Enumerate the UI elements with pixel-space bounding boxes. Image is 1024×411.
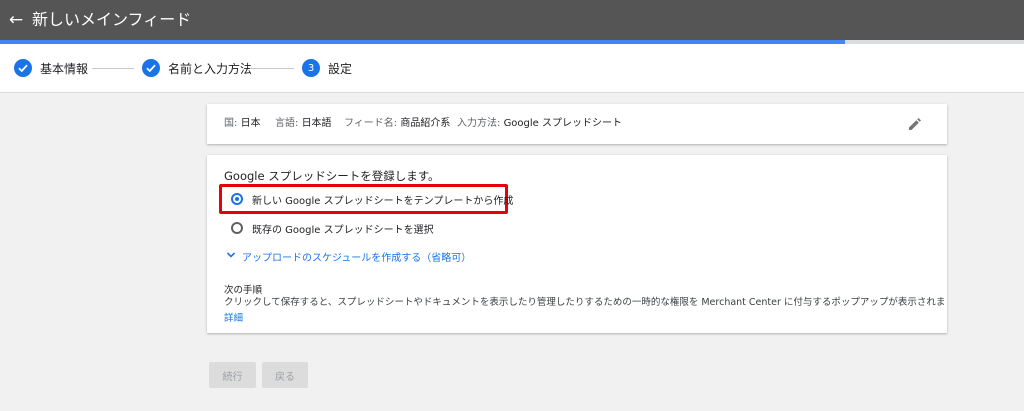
- continue-button[interactable]: 続行: [209, 362, 256, 388]
- radio-button-unchecked[interactable]: [231, 222, 243, 234]
- spreadsheet-setup-card: Google スプレッドシートを登録します。 新しい Google スプレッドシ…: [207, 155, 947, 333]
- next-steps-body: クリックして保存すると、スプレッドシートやドキュメントを表示したり管理したりする…: [224, 297, 944, 308]
- app-header: ← 新しいメインフィード: [0, 0, 1024, 40]
- radio-option-new-spreadsheet[interactable]: 新しい Google スプレッドシートをテンプレートから作成: [231, 190, 513, 208]
- check-icon: [142, 59, 160, 77]
- step-name-input-method[interactable]: 名前と入力方法: [142, 58, 252, 78]
- summary-language: 言語: 日本語: [275, 118, 332, 129]
- check-icon: [14, 59, 32, 77]
- card-heading: Google スプレッドシートを登録します。: [224, 169, 440, 183]
- edit-pencil-icon[interactable]: [907, 116, 923, 132]
- radio-label: 新しい Google スプレッドシートをテンプレートから作成: [252, 195, 514, 207]
- step-number-badge: 3: [302, 59, 320, 77]
- summary-feed-name: フィード名: 商品紹介系: [344, 118, 451, 129]
- chevron-down-icon: [226, 250, 236, 263]
- radio-option-existing-spreadsheet[interactable]: 既存の Google スプレッドシートを選択: [231, 219, 434, 237]
- step-connector: [92, 68, 134, 69]
- back-button[interactable]: 戻る: [262, 362, 308, 388]
- schedule-link-label: アップロードのスケジュールを作成する（省略可）: [242, 253, 472, 264]
- stepper: 基本情報 名前と入力方法 3 設定: [0, 44, 1024, 93]
- step-basic-info[interactable]: 基本情報: [14, 58, 88, 78]
- step-label: 設定: [328, 61, 353, 76]
- step-label: 名前と入力方法: [168, 61, 253, 76]
- next-steps-title: 次の手順: [224, 285, 263, 296]
- radio-button-checked[interactable]: [231, 193, 243, 205]
- schedule-expand-link[interactable]: アップロードのスケジュールを作成する（省略可）: [226, 249, 471, 264]
- summary-input-method: 入力方法: Google スプレッドシート: [457, 118, 623, 129]
- feed-summary-card: 国: 日本 言語: 日本語 フィード名: 商品紹介系 入力方法: Google …: [207, 104, 947, 144]
- back-arrow-icon[interactable]: ←: [8, 9, 24, 31]
- details-link[interactable]: 詳細: [224, 310, 243, 324]
- summary-country: 国: 日本: [224, 118, 261, 129]
- page-title: 新しいメインフィード: [32, 10, 192, 29]
- step-connector: [250, 68, 294, 69]
- step-label: 基本情報: [40, 61, 89, 76]
- step-settings[interactable]: 3 設定: [302, 58, 352, 78]
- radio-label: 既存の Google スプレッドシートを選択: [252, 224, 434, 236]
